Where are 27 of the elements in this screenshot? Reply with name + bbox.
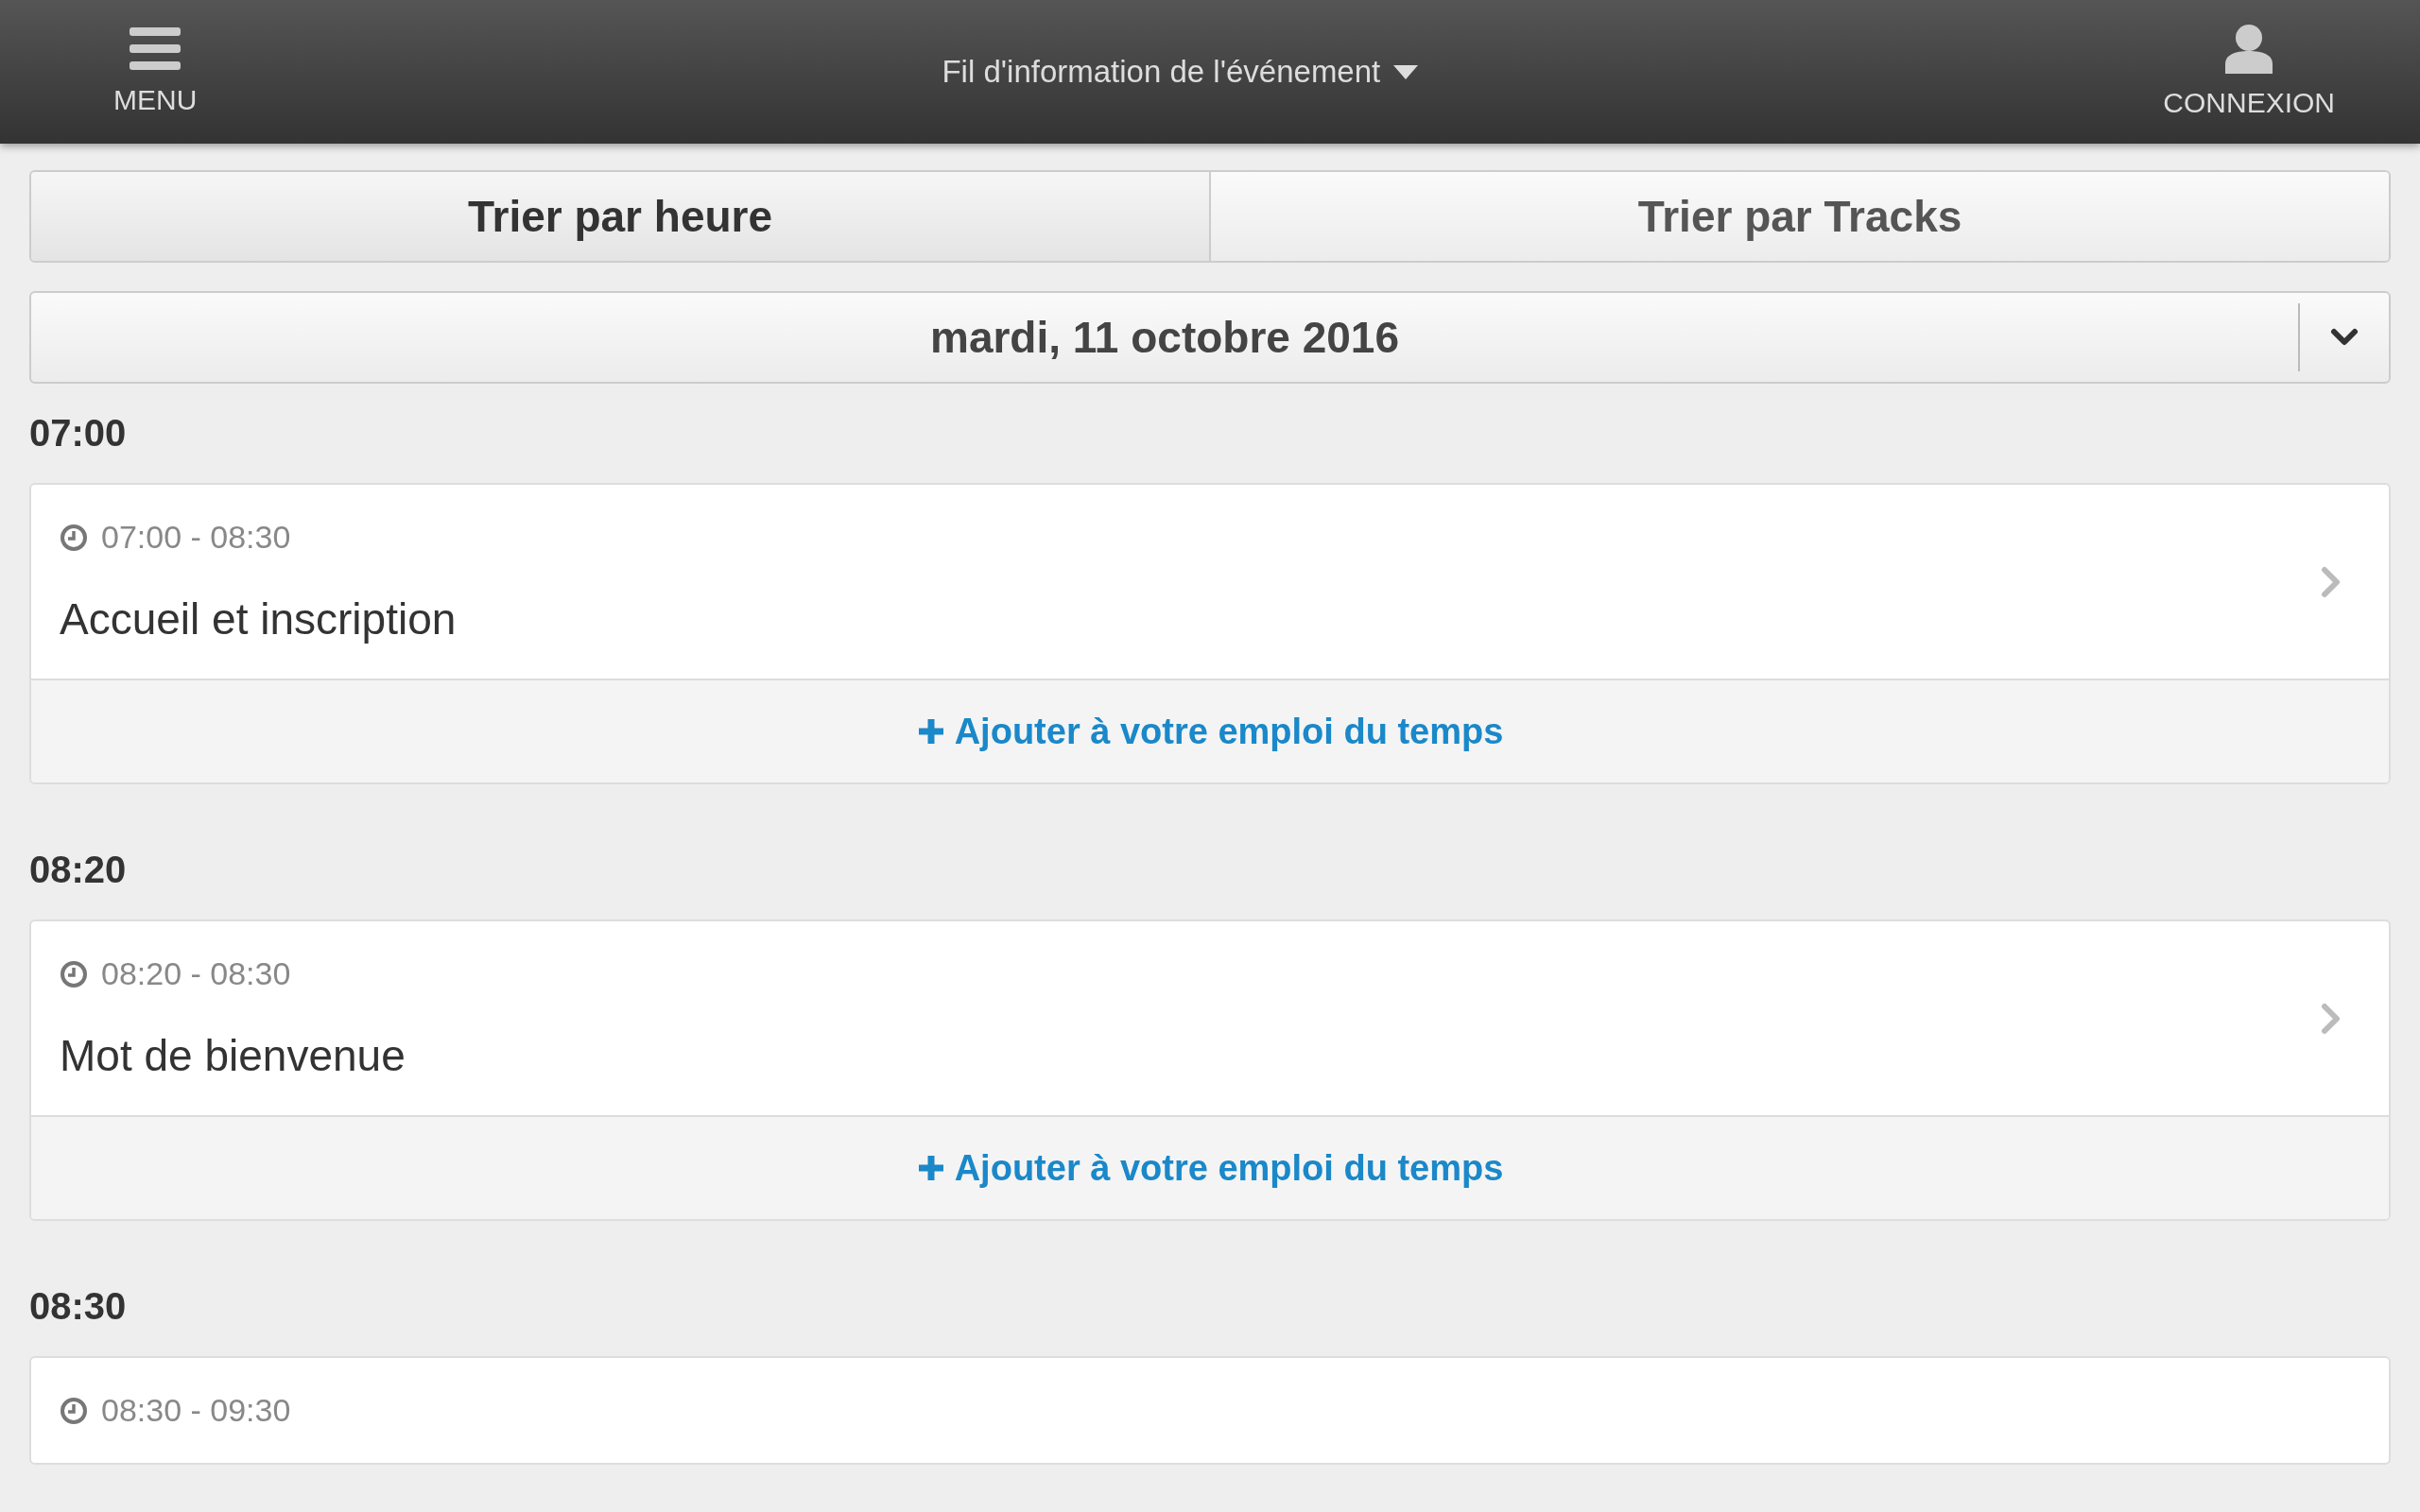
time-heading: 07:00 <box>29 412 128 455</box>
add-to-schedule-link[interactable]: Ajouter à votre emploi du temps <box>916 1147 1504 1189</box>
menu-button[interactable]: MENU <box>113 27 198 116</box>
session-time: 08:30 - 09:30 <box>101 1392 291 1429</box>
chevron-right-icon[interactable] <box>2321 1002 2342 1035</box>
clock-icon <box>60 1396 88 1425</box>
sort-tab[interactable]: Trier par heure <box>31 172 1209 261</box>
caret-icon <box>1393 64 1419 79</box>
add-to-schedule-link[interactable]: Ajouter à votre emploi du temps <box>916 711 1504 752</box>
clock-icon <box>60 523 88 552</box>
session-title: Mot de bienvenue <box>60 1030 406 1081</box>
event-feed-dropdown[interactable]: Fil d'information de l'événement <box>942 54 1419 90</box>
session-time: 07:00 - 08:30 <box>101 519 291 556</box>
date-select[interactable]: mardi, 11 octobre 2016 <box>29 291 2391 384</box>
clock-icon <box>60 959 88 988</box>
chevron-down-icon <box>2330 328 2359 347</box>
menu-icon <box>130 27 182 71</box>
time-heading: 08:20 <box>29 849 128 891</box>
user-icon <box>2225 25 2273 74</box>
login-button[interactable]: CONNEXION <box>2163 25 2335 119</box>
time-heading: 08:30 <box>29 1285 128 1328</box>
sort-tab[interactable]: Trier par Tracks <box>1209 172 2389 261</box>
plus-icon <box>916 717 945 746</box>
plus-icon <box>916 1154 945 1182</box>
session-time: 08:20 - 08:30 <box>101 955 291 992</box>
session-title: Accueil et inscription <box>60 593 458 644</box>
chevron-right-icon[interactable] <box>2321 565 2342 598</box>
